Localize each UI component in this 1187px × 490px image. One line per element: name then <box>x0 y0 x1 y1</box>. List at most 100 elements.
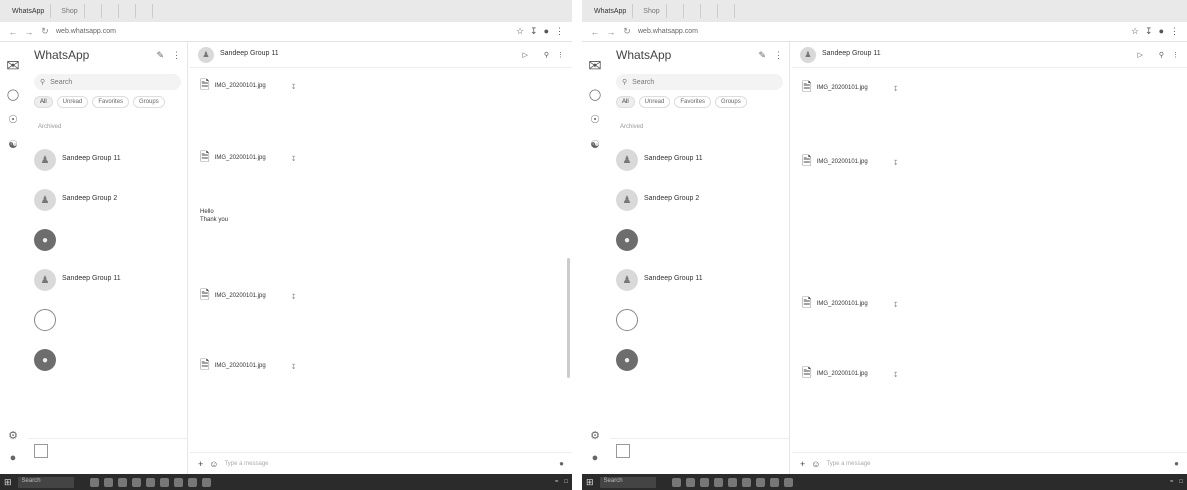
channels-icon[interactable]: ☉ <box>8 113 18 126</box>
filter-chip-all[interactable]: All <box>616 96 635 108</box>
notice-banner[interactable] <box>610 438 789 474</box>
attach-icon[interactable]: + <box>800 459 805 469</box>
message-composer[interactable]: + ☺ Type a message ● <box>190 452 572 474</box>
download-icon[interactable]: ↧ <box>291 363 297 371</box>
taskbar-app-icon[interactable] <box>145 477 155 487</box>
taskbar-search[interactable]: Search <box>17 476 74 488</box>
status-icon[interactable]: ◯ <box>589 88 601 101</box>
more-options-icon[interactable]: ⋮ <box>774 50 783 61</box>
taskbar-app-icon[interactable] <box>187 477 197 487</box>
chat-list-item[interactable]: ♟ Sandeep Group 11 <box>610 260 789 300</box>
conversation-header[interactable]: ♟ Sandeep Group 11 ▷ ⚲ ⋮ <box>190 42 572 68</box>
chats-icon[interactable]: ✉ <box>6 56 19 76</box>
search-icon[interactable]: ⚲ <box>544 51 549 59</box>
browser-tab[interactable]: Shop <box>55 4 85 18</box>
chats-icon[interactable]: ✉ <box>588 56 601 76</box>
forward-icon[interactable]: → <box>606 27 616 37</box>
status-icon[interactable]: ◯ <box>7 88 19 101</box>
browser-tab[interactable]: WhatsApp <box>588 4 634 18</box>
mic-icon[interactable]: ● <box>1174 459 1179 468</box>
settings-icon[interactable]: ⚙ <box>590 429 600 442</box>
download-icon[interactable]: ↧ <box>291 155 297 163</box>
conversation-header[interactable]: ♟ Sandeep Group 11 ▷ ⚲ ⋮ <box>792 42 1187 68</box>
reload-icon[interactable]: ↻ <box>622 26 632 37</box>
message-file[interactable]: 🗎 IMG_20200101.jpg ↧ <box>802 364 899 385</box>
settings-icon[interactable]: ⚙ <box>8 429 18 442</box>
search-input[interactable]: ⚲ Search <box>616 74 783 90</box>
download-icon[interactable]: ↧ <box>530 26 538 37</box>
filter-chip-favorites[interactable]: Favorites <box>674 96 712 108</box>
profile-icon[interactable]: ● <box>1159 26 1164 37</box>
filter-chip-favorites[interactable]: Favorites <box>92 96 130 108</box>
url-field[interactable]: web.whatsapp.com <box>56 28 116 35</box>
archived-row[interactable]: Archived <box>28 114 187 140</box>
chat-list-item[interactable]: ♟ Sandeep Group 2 <box>610 180 789 220</box>
chat-list-item[interactable]: ● <box>610 340 789 380</box>
video-call-icon[interactable]: ▷ <box>522 51 527 59</box>
chat-list-item[interactable] <box>610 300 789 340</box>
download-icon[interactable]: ↧ <box>893 159 899 167</box>
search-icon[interactable]: ⚲ <box>1159 51 1164 59</box>
url-field[interactable]: web.whatsapp.com <box>638 28 698 35</box>
taskbar-app-icon[interactable] <box>89 477 99 487</box>
taskbar-app-icon[interactable] <box>201 477 211 487</box>
message-composer[interactable]: + ☺ Type a message ● <box>792 452 1187 474</box>
search-input[interactable]: ⚲ Search <box>34 74 181 90</box>
taskbar-search[interactable]: Search <box>599 476 656 488</box>
taskbar-app-icon[interactable] <box>713 477 723 487</box>
communities-icon[interactable]: ☯ <box>8 138 18 151</box>
chat-list-item[interactable]: ♟ Sandeep Group 11 <box>28 140 187 180</box>
chat-list-item[interactable]: ♟ Sandeep Group 2 <box>28 180 187 220</box>
message-file[interactable]: 🗎 IMG_20200101.jpg ↧ <box>802 294 899 315</box>
taskbar-app-icon[interactable] <box>173 477 183 487</box>
browser-tab[interactable] <box>688 4 701 18</box>
taskbar-app-icon[interactable] <box>671 477 681 487</box>
taskbar-app-icon[interactable] <box>103 477 113 487</box>
message-file[interactable]: 🗎 IMG_20200101.jpg ↧ <box>200 286 297 307</box>
notice-banner[interactable] <box>28 438 187 474</box>
notification-icon[interactable]: □ <box>1179 479 1183 485</box>
attach-icon[interactable]: + <box>198 459 203 469</box>
browser-tab[interactable] <box>722 4 735 18</box>
browser-tab[interactable] <box>123 4 136 18</box>
more-options-icon[interactable]: ⋮ <box>557 51 564 59</box>
chat-list-item[interactable]: ♟ Sandeep Group 11 <box>610 140 789 180</box>
video-call-icon[interactable]: ▷ <box>1137 51 1142 59</box>
mic-icon[interactable]: ● <box>559 459 564 468</box>
message-file[interactable]: 🗎 IMG_20200101.jpg ↧ <box>200 76 297 97</box>
emoji-icon[interactable]: ☺ <box>209 459 218 469</box>
browser-tab[interactable] <box>671 4 684 18</box>
taskbar-app-icon[interactable] <box>769 477 779 487</box>
chat-list-item[interactable]: ● <box>610 220 789 260</box>
browser-tab[interactable] <box>705 4 718 18</box>
new-chat-icon[interactable]: ✎ <box>156 50 164 61</box>
back-icon[interactable]: ← <box>8 27 18 37</box>
profile-icon[interactable]: ● <box>544 26 549 37</box>
taskbar-app-icon[interactable] <box>685 477 695 487</box>
chat-list-item[interactable]: ● <box>28 340 187 380</box>
filter-chip-groups[interactable]: Groups <box>715 96 747 108</box>
browser-tab[interactable]: WhatsApp <box>6 4 52 18</box>
start-icon[interactable]: ⊞ <box>4 477 12 488</box>
wifi-icon[interactable]: ≈ <box>1170 479 1173 485</box>
chat-list-item[interactable] <box>28 300 187 340</box>
filter-chip-all[interactable]: All <box>34 96 53 108</box>
back-icon[interactable]: ← <box>590 27 600 37</box>
menu-icon[interactable]: ⋮ <box>1170 26 1179 37</box>
notification-icon[interactable]: □ <box>564 479 568 485</box>
chat-list-item[interactable]: ♟ Sandeep Group 11 <box>28 260 187 300</box>
taskbar-app-icon[interactable] <box>727 477 737 487</box>
chat-list-item[interactable]: ● <box>28 220 187 260</box>
reload-icon[interactable]: ↻ <box>40 26 50 37</box>
message-text[interactable]: Hello Thank you <box>200 208 228 232</box>
download-icon[interactable]: ↧ <box>291 83 297 91</box>
forward-icon[interactable]: → <box>24 27 34 37</box>
taskbar-app-icon[interactable] <box>159 477 169 487</box>
wifi-icon[interactable]: ≈ <box>555 479 558 485</box>
download-icon[interactable]: ↧ <box>893 301 899 309</box>
message-file[interactable]: 🗎 IMG_20200101.jpg ↧ <box>200 356 297 377</box>
taskbar-app-icon[interactable] <box>783 477 793 487</box>
taskbar-app-icon[interactable] <box>131 477 141 487</box>
browser-tab[interactable] <box>140 4 153 18</box>
browser-tab[interactable]: Shop <box>637 4 667 18</box>
